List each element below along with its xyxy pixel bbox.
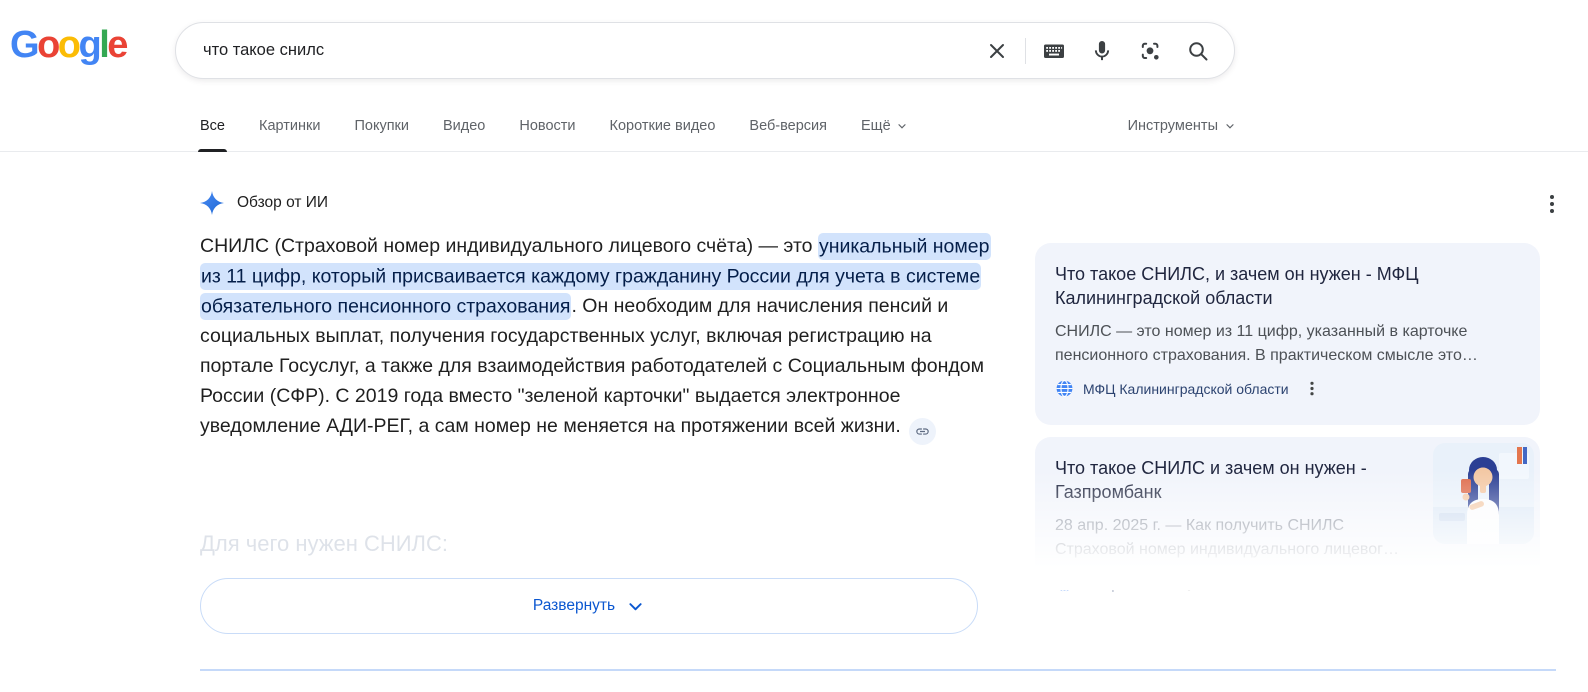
source-attribution[interactable]: МФЦ Калининградской области (1055, 379, 1520, 398)
expand-button[interactable]: Развернуть (200, 578, 978, 634)
globe-icon (1055, 379, 1074, 398)
keyboard-button[interactable] (1030, 30, 1078, 72)
ai-text-plain: СНИЛС (Страховой номер индивидуального л… (200, 235, 818, 257)
ai-sparkle-icon (200, 191, 224, 215)
source-card-snippet: 28 апр. 2025 г. — Как получить СНИЛС Стр… (1055, 514, 1427, 562)
voice-search-button[interactable] (1078, 30, 1126, 72)
tab-shopping[interactable]: Покупки (354, 100, 409, 152)
chevron-down-icon (626, 597, 645, 616)
tab-videos[interactable]: Видео (443, 100, 485, 152)
globe-icon (1055, 574, 1074, 593)
tab-all[interactable]: Все (200, 100, 225, 152)
google-logo[interactable]: Google (10, 24, 126, 67)
tab-more[interactable]: Ещё (861, 100, 908, 152)
clear-button[interactable] (973, 30, 1021, 72)
keyboard-icon (1042, 39, 1066, 63)
link-icon (915, 424, 930, 439)
search-icon (1186, 39, 1210, 63)
source-menu-button[interactable] (1305, 380, 1319, 397)
source-name: Газпромбанк (1083, 576, 1166, 592)
ai-overview-sources: Что такое СНИЛС, и зачем он нужен - МФЦ … (1035, 243, 1540, 587)
article-thumbnail[interactable] (1433, 443, 1534, 544)
source-card-title[interactable]: Что такое СНИЛС и зачем он нужен - Газпр… (1055, 456, 1427, 504)
citation-link-button[interactable] (909, 418, 936, 445)
close-icon (985, 39, 1009, 63)
ai-overview-faded-heading: Для чего нужен СНИЛС: (200, 531, 448, 557)
section-divider (200, 669, 1556, 671)
search-input[interactable] (176, 23, 973, 78)
tab-web[interactable]: Веб-версия (749, 100, 827, 152)
search-submit-button[interactable] (1174, 30, 1222, 72)
tab-news[interactable]: Новости (519, 100, 575, 152)
source-card[interactable]: Что такое СНИЛС и зачем он нужен - Газпр… (1035, 437, 1540, 587)
tab-images[interactable]: Картинки (259, 100, 320, 152)
source-card-snippet: СНИЛС — это номер из 11 цифр, указанный … (1055, 320, 1520, 368)
ai-overview-header: Обзор от ИИ (200, 191, 328, 215)
kebab-menu-icon (1182, 575, 1196, 592)
lens-search-button[interactable] (1126, 30, 1174, 72)
illustration-woman-with-card (1433, 443, 1534, 544)
chevron-down-icon (1224, 120, 1236, 132)
source-card[interactable]: Что такое СНИЛС, и зачем он нужен - МФЦ … (1035, 243, 1540, 425)
tab-short-videos[interactable]: Короткие видео (610, 100, 716, 152)
search-bar-divider (1025, 38, 1026, 64)
kebab-menu-icon (1542, 192, 1562, 216)
google-lens-icon (1138, 39, 1162, 63)
ai-overview-title: Обзор от ИИ (237, 194, 328, 212)
microphone-icon (1090, 39, 1114, 63)
ai-overview-menu-button[interactable] (1540, 191, 1564, 217)
search-bar-icons (973, 30, 1234, 72)
source-name: МФЦ Калининградской области (1083, 381, 1289, 397)
source-attribution[interactable]: Газпромбанк (1055, 574, 1520, 593)
source-card-title[interactable]: Что такое СНИЛС, и зачем он нужен - МФЦ … (1055, 262, 1520, 310)
chevron-down-icon (896, 120, 908, 132)
tools-button[interactable]: Инструменты (1128, 118, 1236, 134)
source-menu-button[interactable] (1182, 575, 1196, 592)
ai-overview-paragraph: СНИЛС (Страховой номер индивидуального л… (200, 231, 990, 445)
search-result-tabs: Все Картинки Покупки Видео Новости Корот… (0, 100, 1588, 152)
search-bar[interactable] (175, 22, 1235, 79)
kebab-menu-icon (1305, 380, 1319, 397)
